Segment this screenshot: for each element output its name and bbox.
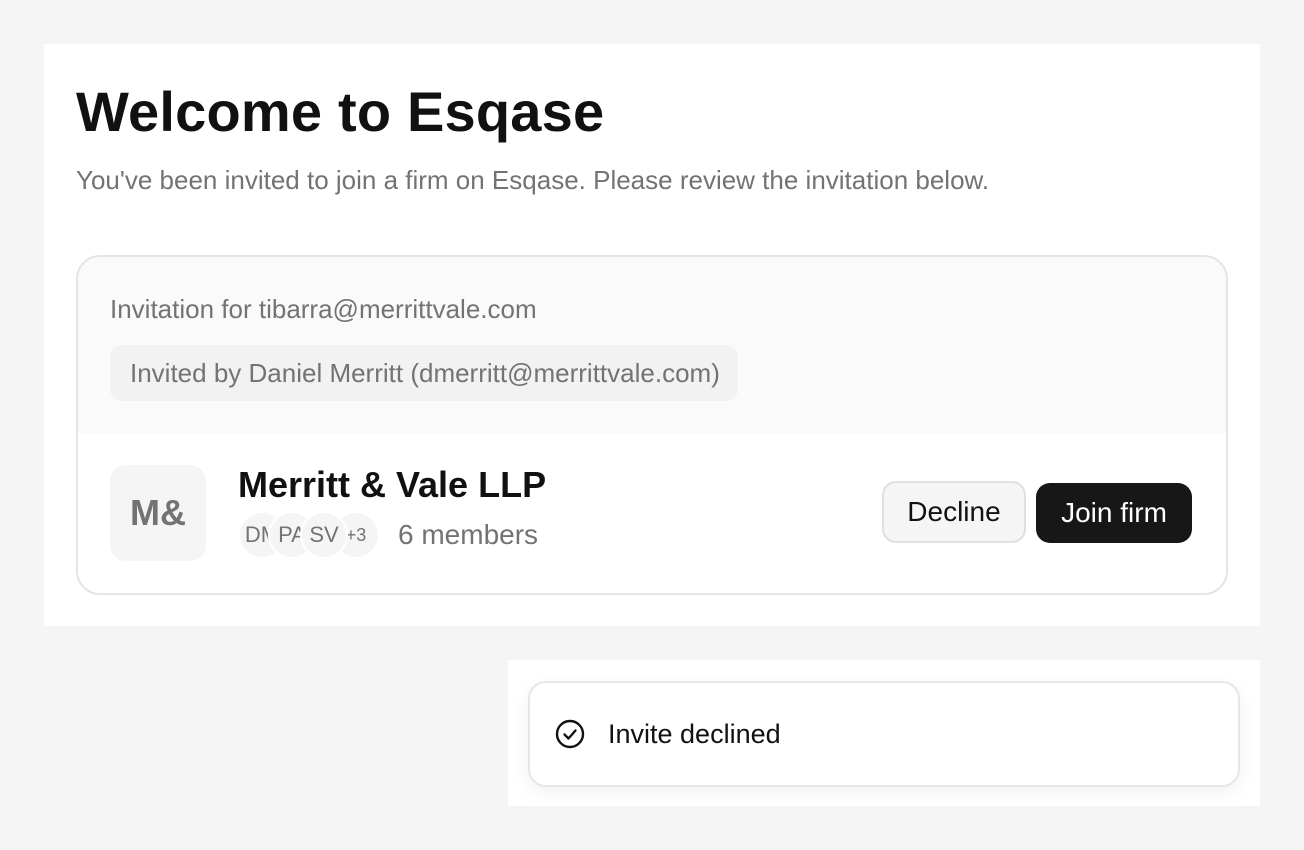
join-firm-button[interactable]: Join firm bbox=[1036, 483, 1192, 543]
check-circle-icon bbox=[555, 719, 585, 749]
invitation-panel: Welcome to Esqase You've been invited to… bbox=[44, 44, 1260, 626]
page-title: Welcome to Esqase bbox=[76, 80, 605, 143]
toast-region: Invite declined bbox=[508, 660, 1260, 806]
firm-row: M& Merritt & Vale LLP DM PA SV +3 6 memb… bbox=[78, 433, 1226, 593]
invitation-header: Invitation for tibarra@merrittvale.com I… bbox=[78, 257, 1226, 433]
invitation-card: Invitation for tibarra@merrittvale.com I… bbox=[76, 255, 1228, 595]
avatar: SV bbox=[300, 511, 348, 559]
invitation-recipient: Invitation for tibarra@merrittvale.com bbox=[110, 294, 537, 324]
decline-button[interactable]: Decline bbox=[882, 481, 1026, 543]
firm-logo: M& bbox=[110, 465, 206, 561]
invited-by-badge: Invited by Daniel Merritt (dmerritt@merr… bbox=[110, 345, 738, 401]
page-subtitle: You've been invited to join a firm on Es… bbox=[76, 165, 990, 195]
member-avatars: DM PA SV +3 bbox=[238, 511, 388, 559]
toast-notification: Invite declined bbox=[528, 681, 1240, 787]
firm-name: Merritt & Vale LLP bbox=[238, 464, 547, 505]
member-count: 6 members bbox=[398, 519, 539, 550]
toast-message: Invite declined bbox=[608, 719, 781, 749]
